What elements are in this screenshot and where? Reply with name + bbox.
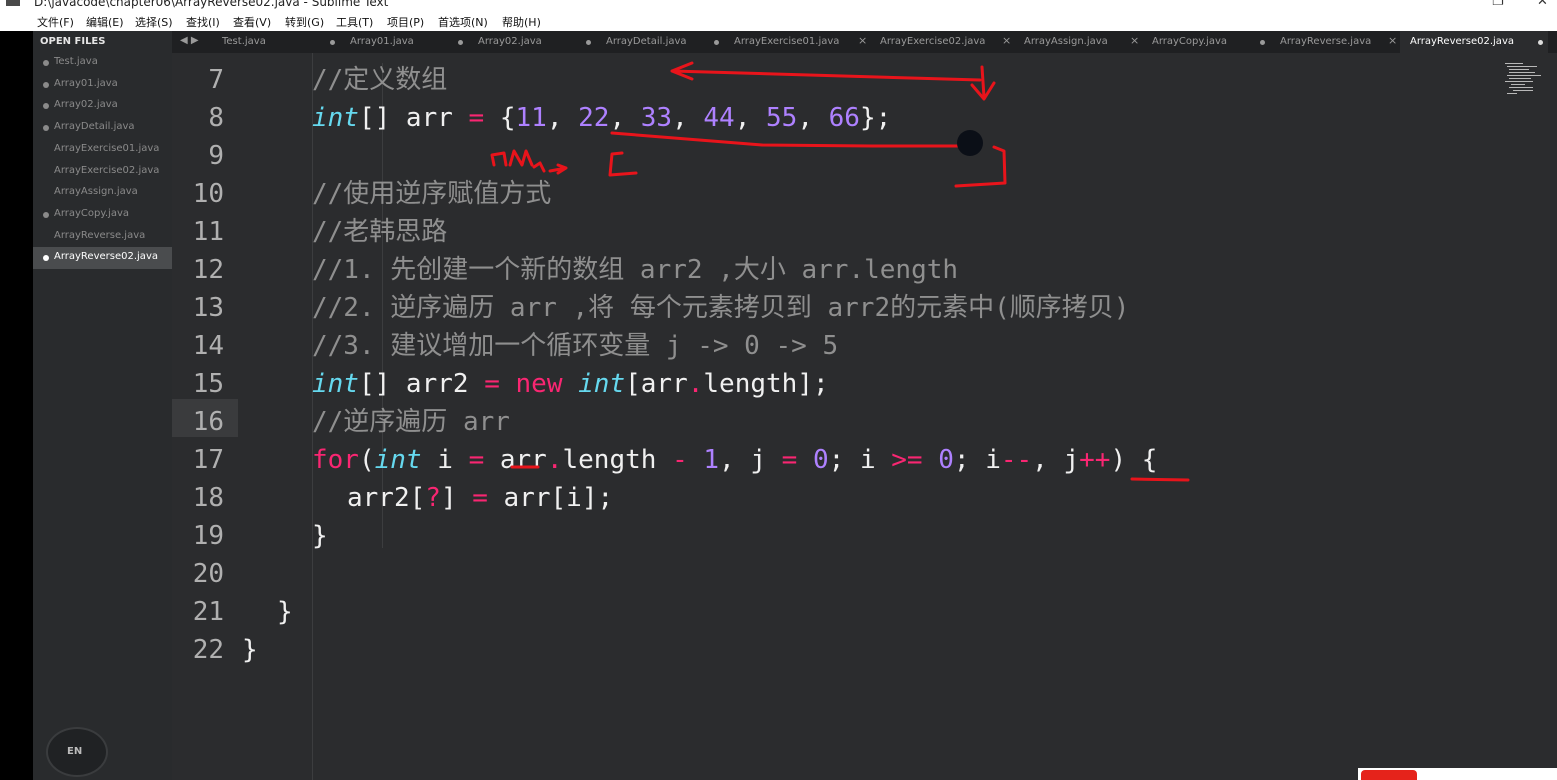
tab-label: ArrayDetail.java	[606, 36, 687, 47]
tab-label: ArrayExercise02.java	[880, 36, 986, 47]
sidebar-file-label: Array02.java	[54, 99, 118, 111]
modified-dot-icon	[43, 211, 49, 218]
sidebar-file-item[interactable]: ArrayExercise01.java	[33, 139, 172, 161]
cursor-dot	[957, 130, 983, 156]
sidebar-file-label: ArrayCopy.java	[54, 207, 130, 219]
menu-item[interactable]: 查找(I)	[186, 14, 220, 30]
sidebar-file-item[interactable]: ArrayDetail.java	[33, 117, 172, 139]
sidebar-file-item[interactable]: Array01.java	[33, 74, 172, 96]
editor-tab[interactable]: ArrayExercise01.java ×	[724, 31, 870, 53]
red-notification-badge	[1358, 768, 1557, 780]
menu-item[interactable]: 文件(F)	[37, 14, 74, 30]
unsaved-dot-icon[interactable]	[1260, 40, 1265, 45]
ime-language-label: EN	[67, 746, 83, 757]
modified-dot-icon	[43, 81, 49, 88]
sidebar-file-item[interactable]: ArrayExercise02.java	[33, 161, 172, 183]
tab-label: ArrayCopy.java	[1152, 36, 1228, 47]
close-tab-icon[interactable]: ×	[1002, 34, 1011, 47]
handwritten-annotations	[490, 61, 1190, 482]
sidebar-file-label: ArrayExercise01.java	[54, 142, 160, 154]
menu-item[interactable]: 选择(S)	[135, 14, 173, 30]
tab-bar: ◀ ▶ Test.java Array01.java Array02.java Arr…	[172, 31, 1557, 53]
unsaved-dot-icon[interactable]	[1538, 40, 1543, 45]
sidebar: OPEN FILES Test.java Array01.java Array02.…	[33, 31, 172, 780]
tab-label: Array01.java	[350, 36, 414, 47]
menu-item[interactable]: 帮助(H)	[502, 14, 541, 30]
code-editor[interactable]: 7 8 9 10 11 12 13 14 15 16 17 18 19 20 21 22 //定义数组 int[…	[172, 53, 1557, 780]
unsaved-dot-icon[interactable]	[458, 40, 463, 45]
tab-label: ArrayReverse02.java	[1410, 36, 1514, 47]
sidebar-file-item[interactable]: ArrayAssign.java	[33, 182, 172, 204]
menu-item[interactable]: 查看(V)	[233, 14, 271, 30]
close-tab-icon[interactable]: ×	[1388, 34, 1397, 47]
editor-tab[interactable]: Array02.java	[468, 31, 596, 53]
unsaved-dot-icon[interactable]	[586, 40, 591, 45]
tab-label: ArrayAssign.java	[1024, 36, 1108, 47]
editor-tab[interactable]: Test.java	[212, 31, 340, 53]
window-titlebar: D:\javacode\chapter06\ArrayReverse02.jav…	[0, 0, 1557, 13]
ime-language-button[interactable]: EN	[46, 727, 108, 777]
close-tab-icon[interactable]: ×	[858, 34, 867, 47]
bracket-note	[608, 151, 638, 177]
editor-tab[interactable]: ArrayAssign.java ×	[1014, 31, 1142, 53]
menu-bar: 文件(F) 编辑(E) 选择(S) 查找(I) 查看(V) 转到(G) 工具(T) 项目(P)…	[0, 13, 1557, 31]
editor-tab[interactable]: ArrayReverse02.java	[1400, 31, 1548, 53]
sidebar-file-label: ArrayReverse02.java	[54, 251, 158, 263]
unsaved-dot-icon[interactable]	[330, 40, 335, 45]
menu-item[interactable]: 首选项(N)	[438, 14, 488, 30]
sidebar-file-label: Test.java	[54, 56, 98, 67]
editor-tab[interactable]: ArrayReverse.java ×	[1270, 31, 1400, 53]
left-edge-strip	[0, 31, 33, 780]
modified-dot-icon	[43, 255, 49, 262]
modified-dot-icon	[43, 125, 49, 132]
tab-label: Array02.java	[478, 36, 542, 47]
sidebar-file-label: ArrayReverse.java	[54, 229, 146, 241]
scribble-note	[490, 149, 568, 175]
sidebar-file-item[interactable]: Test.java	[33, 52, 172, 74]
menu-item[interactable]: 项目(P)	[387, 14, 424, 30]
restore-window-icon[interactable]: ❐	[1492, 0, 1504, 9]
sidebar-file-item[interactable]: Array02.java	[33, 95, 172, 117]
open-files-header: OPEN FILES	[40, 36, 106, 47]
sidebar-file-item[interactable]: ArrayCopy.java	[33, 204, 172, 226]
tab-nav-arrows-icon[interactable]: ◀ ▶	[180, 35, 199, 46]
editor-tab[interactable]: Array01.java	[340, 31, 468, 53]
menu-item[interactable]: 转到(G)	[285, 14, 324, 30]
editor-tab[interactable]: ArrayExercise02.java ×	[870, 31, 1014, 53]
tab-label: ArrayExercise01.java	[734, 36, 840, 47]
sidebar-file-item[interactable]: ArrayReverse02.java	[33, 247, 172, 270]
close-window-icon[interactable]: ✕	[1537, 0, 1548, 9]
arrow-down-to-66	[970, 65, 996, 101]
unsaved-dot-icon[interactable]	[714, 40, 719, 45]
sidebar-file-label: ArrayDetail.java	[54, 121, 135, 133]
tab-label: ArrayReverse.java	[1280, 36, 1372, 47]
modified-dot-icon	[43, 103, 49, 110]
editor-tab[interactable]: ArrayDetail.java	[596, 31, 724, 53]
menu-item[interactable]: 编辑(E)	[86, 14, 124, 30]
sublime-app-icon	[6, 0, 20, 6]
sidebar-file-label: Array01.java	[54, 77, 118, 89]
editor-tab[interactable]: ArrayCopy.java	[1142, 31, 1270, 53]
sidebar-file-item[interactable]: ArrayReverse.java	[33, 226, 172, 248]
sidebar-file-label: ArrayAssign.java	[54, 186, 138, 198]
window-title: D:\javacode\chapter06\ArrayReverse02.jav…	[34, 0, 389, 9]
tab-label: Test.java	[222, 36, 266, 47]
modified-dot-icon	[43, 60, 49, 66]
underline-array-values	[610, 131, 964, 148]
sidebar-file-label: ArrayExercise02.java	[54, 164, 160, 176]
close-tab-icon[interactable]: ×	[1130, 34, 1139, 47]
menu-item[interactable]: 工具(T)	[336, 14, 373, 30]
arrow-to-first-element	[670, 61, 982, 82]
underline-i-decrement	[1130, 477, 1190, 482]
